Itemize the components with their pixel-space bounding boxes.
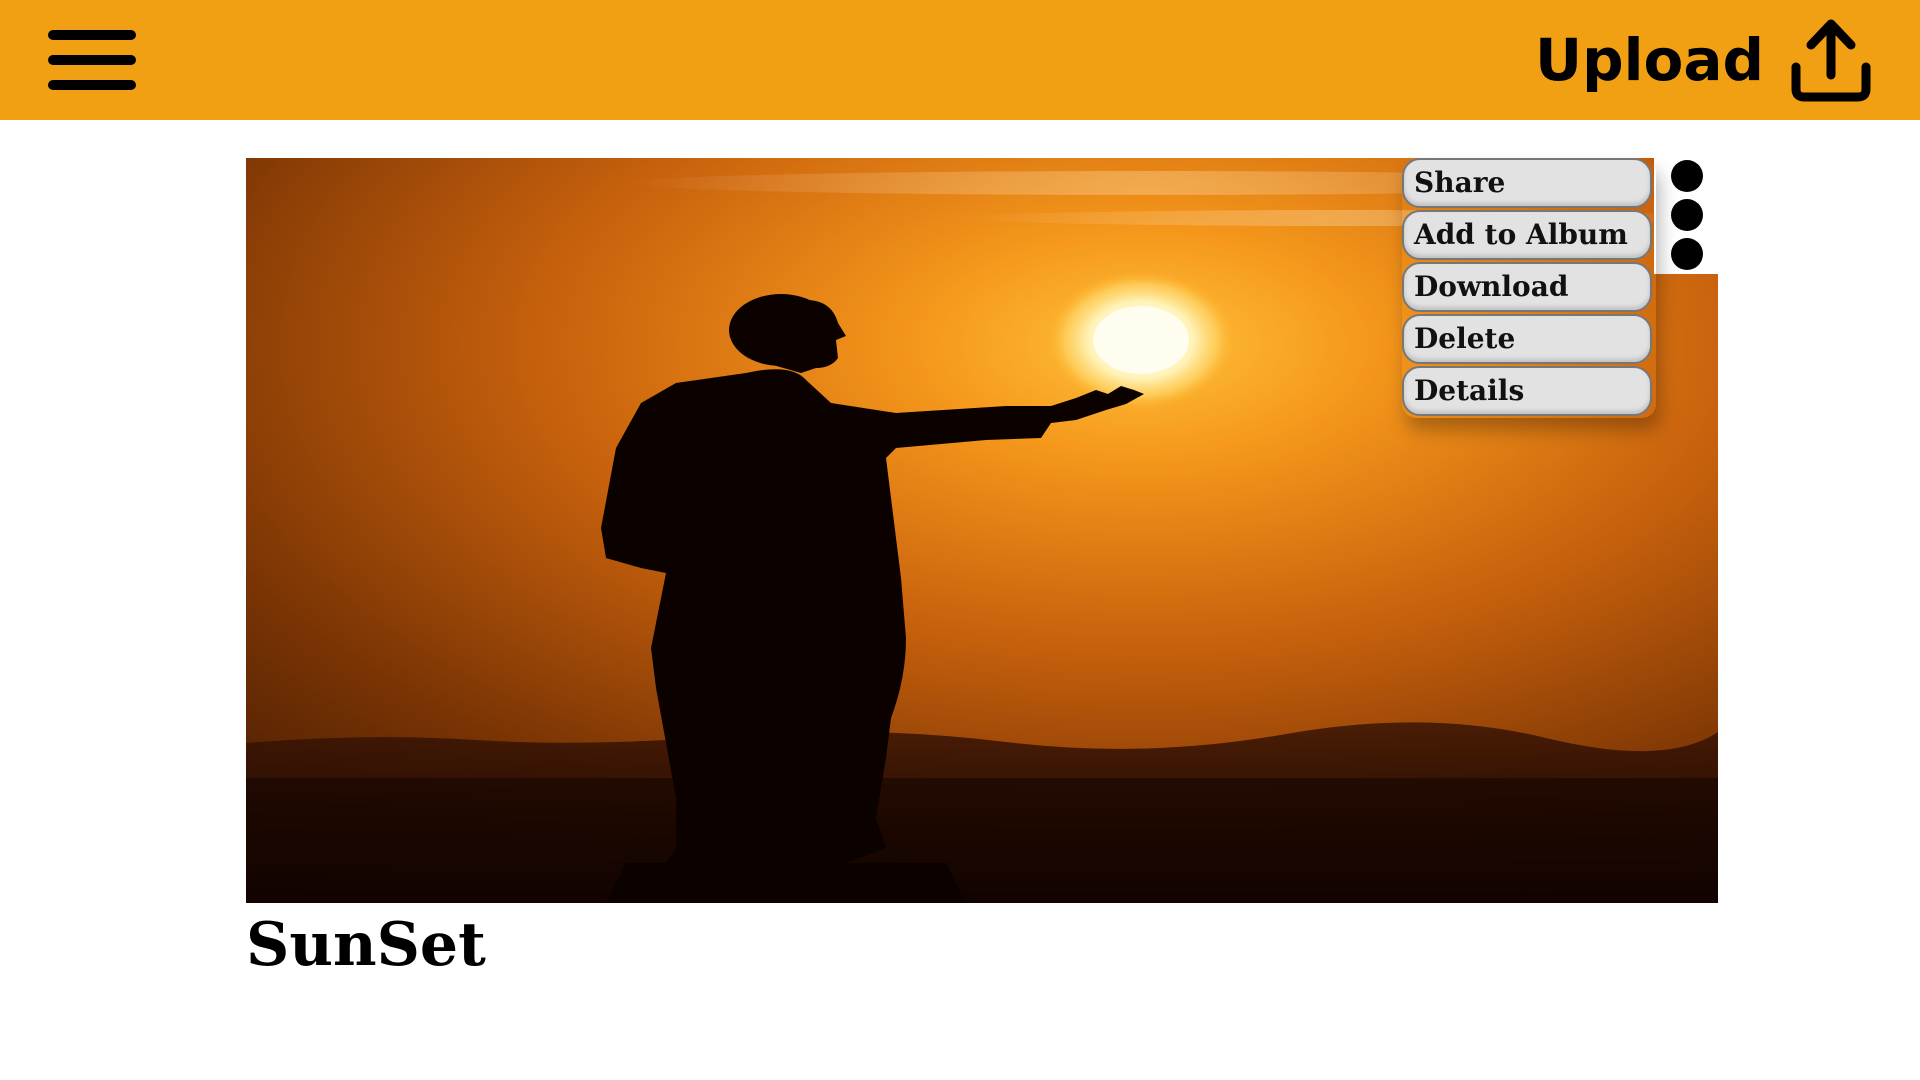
photo-context-menu: Share Add to Album Download Delete Detai… [1402,158,1656,418]
menu-item-download[interactable]: Download [1402,262,1652,312]
menu-item-share[interactable]: Share [1402,158,1652,208]
hamburger-icon-bar [48,55,136,65]
upload-button[interactable]: Upload [1535,0,1876,120]
more-options-button[interactable] [1654,158,1718,274]
top-bar: Upload [0,0,1920,120]
photo-title: SunSet [246,910,486,980]
vertical-ellipsis-icon [1671,160,1703,192]
hamburger-icon-bar [48,30,136,40]
upload-label: Upload [1535,26,1764,94]
menu-item-delete[interactable]: Delete [1402,314,1652,364]
menu-item-details[interactable]: Details [1402,366,1652,416]
vertical-ellipsis-icon [1671,199,1703,231]
hamburger-icon-bar [48,80,136,90]
menu-item-add-to-album[interactable]: Add to Album [1402,210,1652,260]
upload-icon [1791,19,1871,102]
vertical-ellipsis-icon [1671,238,1703,270]
hamburger-menu-button[interactable] [44,26,140,94]
